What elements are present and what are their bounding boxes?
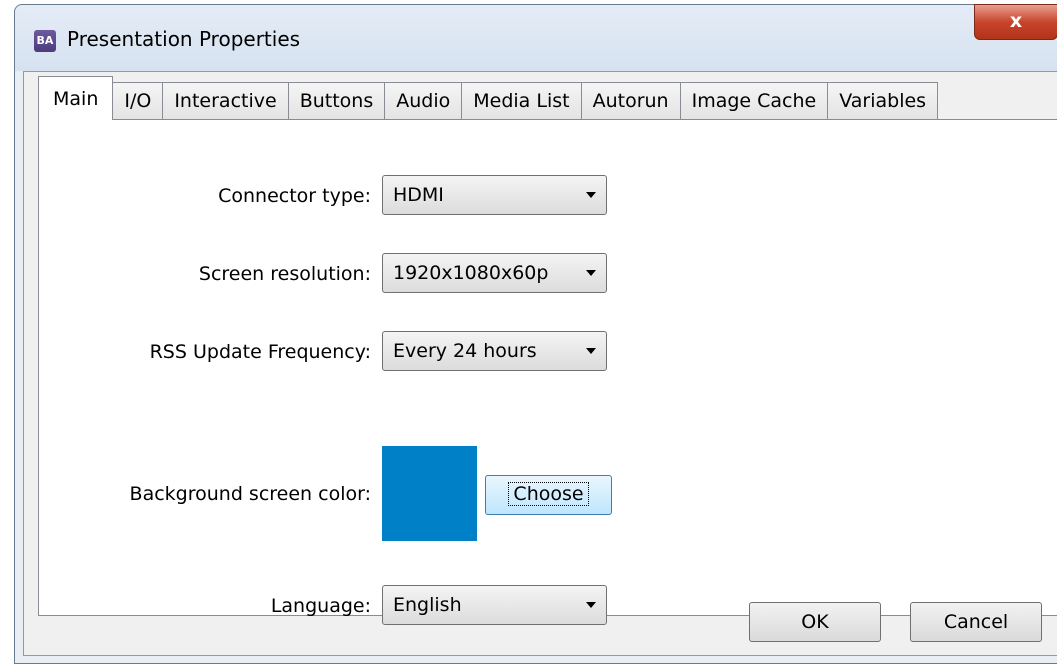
- connector-type-select[interactable]: HDMI: [382, 175, 607, 215]
- chevron-down-icon: [586, 602, 596, 608]
- chevron-down-icon: [586, 348, 596, 354]
- tab-io[interactable]: I/O: [112, 82, 164, 120]
- tab-buttons[interactable]: Buttons: [287, 82, 386, 120]
- language-label: Language:: [270, 595, 371, 617]
- background-color-swatch: [382, 446, 477, 541]
- tab-image-cache[interactable]: Image Cache: [679, 82, 829, 120]
- chevron-down-icon: [586, 192, 596, 198]
- presentation-properties-dialog: BA Presentation Properties x Main I/O In…: [14, 4, 1057, 664]
- choose-color-button[interactable]: Choose: [485, 475, 612, 515]
- rss-update-frequency-label: RSS Update Frequency:: [149, 341, 371, 363]
- main-tab-panel: Connector type: HDMI Screen resolution: …: [38, 119, 1057, 625]
- screen-resolution-label: Screen resolution:: [198, 263, 371, 285]
- tab-interactive[interactable]: Interactive: [162, 82, 289, 120]
- screen-resolution-select[interactable]: 1920x1080x60p: [382, 253, 607, 293]
- app-icon: BA: [34, 30, 56, 52]
- choose-color-label: Choose: [508, 482, 589, 506]
- rss-update-frequency-select[interactable]: Every 24 hours: [382, 331, 607, 371]
- tab-main[interactable]: Main: [38, 76, 114, 120]
- dialog-client-area: Main I/O Interactive Buttons Audio Media…: [23, 71, 1057, 656]
- connector-type-value: HDMI: [393, 184, 444, 206]
- cancel-button[interactable]: Cancel: [910, 602, 1042, 642]
- tab-variables[interactable]: Variables: [827, 82, 939, 120]
- tab-autorun[interactable]: Autorun: [580, 82, 681, 120]
- ok-button[interactable]: OK: [749, 602, 881, 642]
- tab-media-list[interactable]: Media List: [461, 82, 582, 120]
- tab-strip: Main I/O Interactive Buttons Audio Media…: [38, 76, 939, 120]
- title-bar: BA Presentation Properties x: [15, 4, 1057, 71]
- chevron-down-icon: [586, 270, 596, 276]
- close-icon: x: [1009, 10, 1023, 32]
- rss-update-frequency-value: Every 24 hours: [393, 340, 537, 362]
- tab-audio[interactable]: Audio: [384, 82, 463, 120]
- screen-resolution-value: 1920x1080x60p: [393, 262, 549, 284]
- language-value: English: [393, 594, 462, 616]
- language-select[interactable]: English: [382, 585, 607, 625]
- connector-type-label: Connector type:: [218, 185, 371, 207]
- background-color-label: Background screen color:: [129, 483, 371, 505]
- window-title: Presentation Properties: [67, 27, 301, 51]
- close-button[interactable]: x: [974, 4, 1057, 40]
